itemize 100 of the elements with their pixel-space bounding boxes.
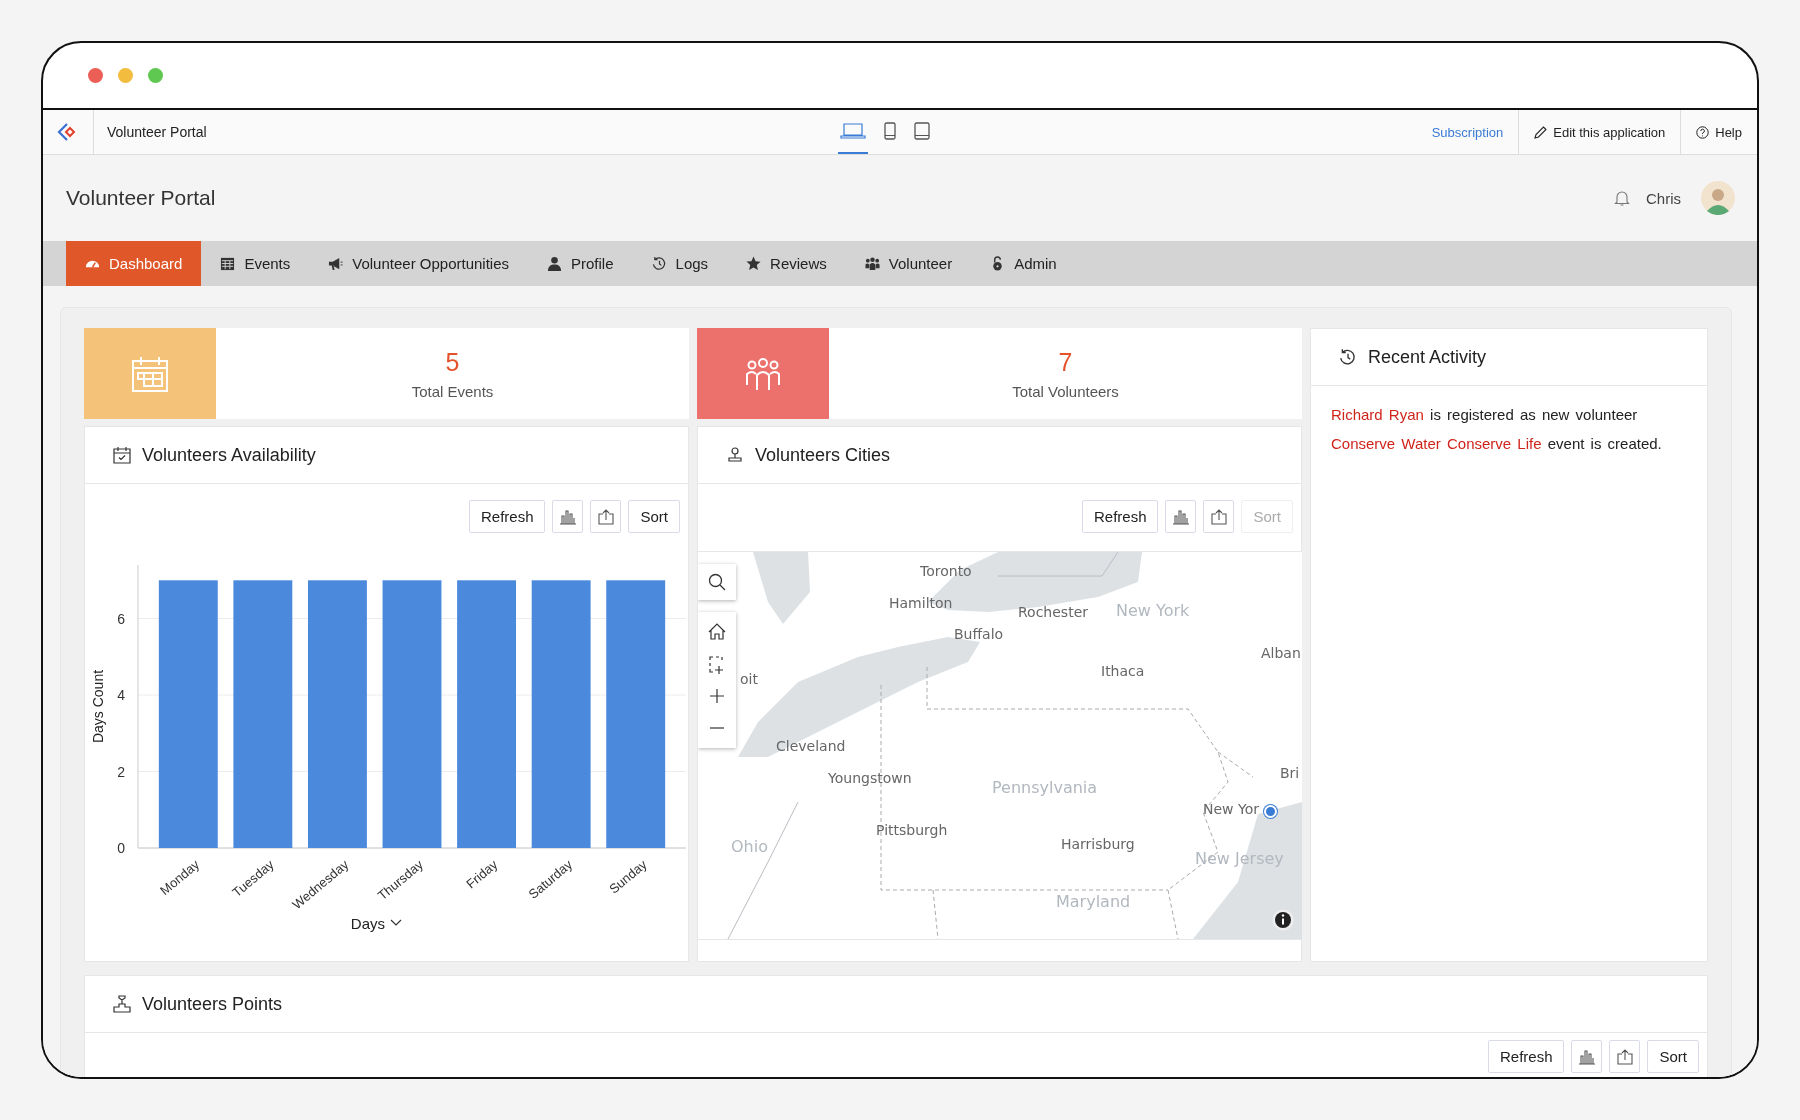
export-button[interactable]: [1203, 500, 1235, 533]
calendar-icon: [220, 256, 236, 271]
activity-link[interactable]: Conserve Water Conserve Life: [1331, 435, 1542, 452]
map-label: New Jersey: [1195, 849, 1284, 868]
chart-type-button[interactable]: [1571, 1040, 1603, 1073]
map-label: Buffalo: [954, 626, 1004, 642]
stat-value: 7: [1058, 347, 1073, 377]
nav-tab[interactable]: Volunteer Opportunities: [309, 241, 529, 286]
card-title: Recent Activity: [1368, 346, 1487, 368]
refresh-button[interactable]: Refresh: [1487, 1040, 1565, 1073]
map-label: Alban: [1261, 645, 1301, 661]
share-icon: [1616, 1048, 1634, 1065]
stat-label: Total Events: [411, 382, 494, 400]
activity-text: Conserve Water Conserve Life event is created.: [1331, 435, 1663, 452]
map-pin-icon: [726, 446, 744, 464]
bar[interactable]: [307, 580, 367, 848]
avatar[interactable]: [1701, 181, 1735, 215]
map-label: Youngstown: [828, 770, 912, 786]
calendar-check-icon: [113, 446, 131, 464]
map-label: New York: [1116, 601, 1190, 620]
app-title: Volunteer Portal: [107, 124, 207, 140]
pencil-icon: [1534, 125, 1548, 139]
map-label: Hamilton: [889, 595, 953, 611]
map-label: Ohio: [731, 837, 768, 856]
maximize-window-button[interactable]: [148, 68, 163, 83]
group-icon: [864, 256, 880, 271]
nav-tab[interactable]: Profile: [528, 241, 633, 286]
map-label: Pennsylvania: [992, 778, 1098, 797]
map-label: Maryland: [1056, 892, 1131, 911]
bar[interactable]: [457, 580, 517, 848]
refresh-button[interactable]: Refresh: [1081, 500, 1159, 533]
history-icon: [1339, 348, 1357, 366]
card-title: Volunteers Points: [142, 993, 283, 1015]
chart-type-button[interactable]: [552, 500, 584, 533]
activity-link[interactable]: Richard Ryan: [1331, 406, 1424, 423]
map-label: Ithaca: [1101, 663, 1145, 679]
export-button[interactable]: [590, 500, 622, 533]
nav-tab[interactable]: Admin: [971, 241, 1076, 286]
share-icon: [597, 508, 615, 525]
map-label: New Yor: [1203, 801, 1259, 817]
card-title: Volunteers Cities: [755, 444, 891, 466]
search-icon: [708, 573, 726, 591]
y-tick-label: 0: [117, 840, 125, 856]
nav-tab[interactable]: Logs: [632, 241, 728, 286]
bar-chart-icon: [559, 508, 577, 525]
bar[interactable]: [606, 580, 666, 848]
laptop-icon: [840, 123, 866, 139]
bar-chart-icon: [1578, 1048, 1596, 1065]
map-search-button[interactable]: [698, 564, 736, 600]
sort-button[interactable]: Sort: [1647, 1040, 1699, 1073]
tablet-icon: [914, 122, 930, 140]
nav-tab[interactable]: Events: [201, 241, 310, 286]
phone-icon: [884, 122, 896, 140]
x-axis-title[interactable]: Days: [350, 915, 385, 932]
sort-button[interactable]: Sort: [628, 500, 680, 533]
close-window-button[interactable]: [88, 68, 103, 83]
stat-label: Total Volunteers: [1012, 382, 1119, 400]
dropdown-caret-icon[interactable]: [390, 919, 402, 926]
nav-tab[interactable]: Reviews: [727, 241, 846, 286]
map-label: Pittsburgh: [876, 822, 948, 838]
nav-tab[interactable]: Dashboard: [66, 241, 202, 286]
map-label: Cleveland: [776, 738, 846, 754]
star-icon: [746, 256, 762, 271]
user-name[interactable]: Chris: [1646, 189, 1681, 207]
activity-text: Richard Ryan is registered as new volunteer: [1331, 406, 1639, 423]
card-title: Volunteers Availability: [142, 444, 316, 466]
megaphone-icon: [328, 256, 344, 271]
stat-value: 5: [445, 347, 460, 377]
refresh-button[interactable]: Refresh: [468, 500, 546, 533]
export-button[interactable]: [1609, 1040, 1641, 1073]
notification-bell-icon[interactable]: [1613, 189, 1631, 207]
y-axis-title: Days Count: [90, 669, 106, 744]
bar[interactable]: [233, 580, 293, 848]
bar[interactable]: [382, 580, 442, 848]
info-icon[interactable]: [1272, 909, 1294, 931]
page-title: Volunteer Portal: [66, 186, 216, 210]
help-icon: [1696, 125, 1710, 139]
location-marker[interactable]: [1264, 805, 1277, 818]
map-label: Harrisburg: [1061, 836, 1135, 852]
map-label: Toronto: [920, 563, 972, 579]
y-tick-label: 6: [117, 610, 125, 627]
person-icon: [547, 256, 563, 271]
share-icon: [1210, 508, 1228, 525]
nav-tab[interactable]: Volunteer: [845, 241, 972, 286]
y-tick-label: 4: [117, 687, 125, 704]
edit-application-link[interactable]: Edit this application: [1518, 110, 1681, 154]
bar[interactable]: [158, 580, 218, 848]
help-link[interactable]: Help: [1680, 110, 1757, 154]
map-label: Rochester: [1018, 604, 1088, 620]
bar[interactable]: [531, 580, 591, 848]
minimize-window-button[interactable]: [118, 68, 133, 83]
subscription-link[interactable]: Subscription: [1416, 110, 1519, 154]
map-label: Bri: [1280, 765, 1300, 781]
chart-type-button[interactable]: [1165, 500, 1197, 533]
bar-chart-icon: [1172, 508, 1190, 525]
map[interactable]: Toronto Hamilton Rochester New York Buffalo Alban Ithaca oit Cleveland Youngstown Pennsylvania Bri New Yor Pittsburgh Ohio Harrisburg New Jersey Maryland: [698, 552, 1302, 940]
map-label: oit: [740, 671, 758, 687]
history-icon: [651, 256, 667, 271]
podium-icon: [113, 995, 131, 1013]
y-tick-label: 2: [117, 763, 125, 780]
